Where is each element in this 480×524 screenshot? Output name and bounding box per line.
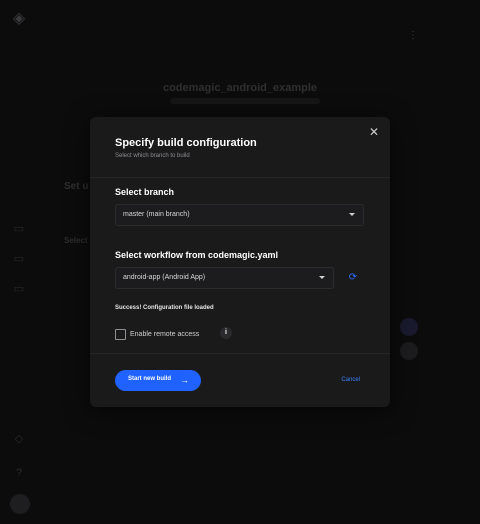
sidebar-apps-icon: ▭ xyxy=(13,223,25,235)
close-icon[interactable]: ✕ xyxy=(366,124,382,140)
background-action-icon-2 xyxy=(400,342,418,360)
cancel-button[interactable]: Cancel xyxy=(341,377,360,383)
codemagic-logo: ◈ xyxy=(12,10,26,27)
background-app-title: codemagic_android_example xyxy=(162,82,318,94)
modal-header: ✕ Specify build configuration Select whi… xyxy=(90,117,390,178)
workflow-select[interactable]: android-app (Android App) xyxy=(115,267,334,289)
modal-divider xyxy=(90,353,390,354)
remote-access-checkbox[interactable] xyxy=(115,329,126,340)
remote-access-label[interactable]: Enable remote access xyxy=(130,331,199,338)
success-message: Success! Configuration file loaded xyxy=(115,305,214,311)
background-setup-heading: Set u xyxy=(64,181,89,192)
sidebar-settings-icon: ▭ xyxy=(13,283,25,295)
more-menu-icon: ⋮ xyxy=(408,30,418,41)
branch-select-value: master (main branch) xyxy=(123,211,190,218)
sidebar-teams-icon: ▭ xyxy=(13,253,25,265)
start-new-build-label: Start new build xyxy=(128,376,172,382)
build-config-modal: ✕ Specify build configuration Select whi… xyxy=(90,117,390,407)
modal-subtitle: Select which branch to build xyxy=(115,153,190,159)
chevron-down-icon xyxy=(349,213,355,216)
background-subtitle-placeholder xyxy=(170,98,320,104)
sidebar-notifications-icon: ◇ xyxy=(14,433,24,445)
avatar xyxy=(10,494,30,514)
start-new-build-button[interactable]: Start new build → xyxy=(115,370,201,391)
background-select-heading: Select xyxy=(64,236,88,245)
branch-section-label: Select branch xyxy=(115,187,175,197)
chevron-down-icon xyxy=(319,276,325,279)
workflow-section-label: Select workflow from codemagic.yaml xyxy=(115,250,279,260)
branch-select[interactable]: master (main branch) xyxy=(115,204,364,226)
info-icon[interactable]: i xyxy=(220,327,232,339)
workflow-select-value: android-app (Android App) xyxy=(123,274,206,281)
refresh-icon[interactable]: ⟳ xyxy=(347,272,359,284)
sidebar-help-icon: ? xyxy=(15,467,23,479)
modal-title: Specify build configuration xyxy=(115,137,257,149)
background-action-icon xyxy=(400,318,418,336)
arrow-right-icon: → xyxy=(180,375,189,385)
